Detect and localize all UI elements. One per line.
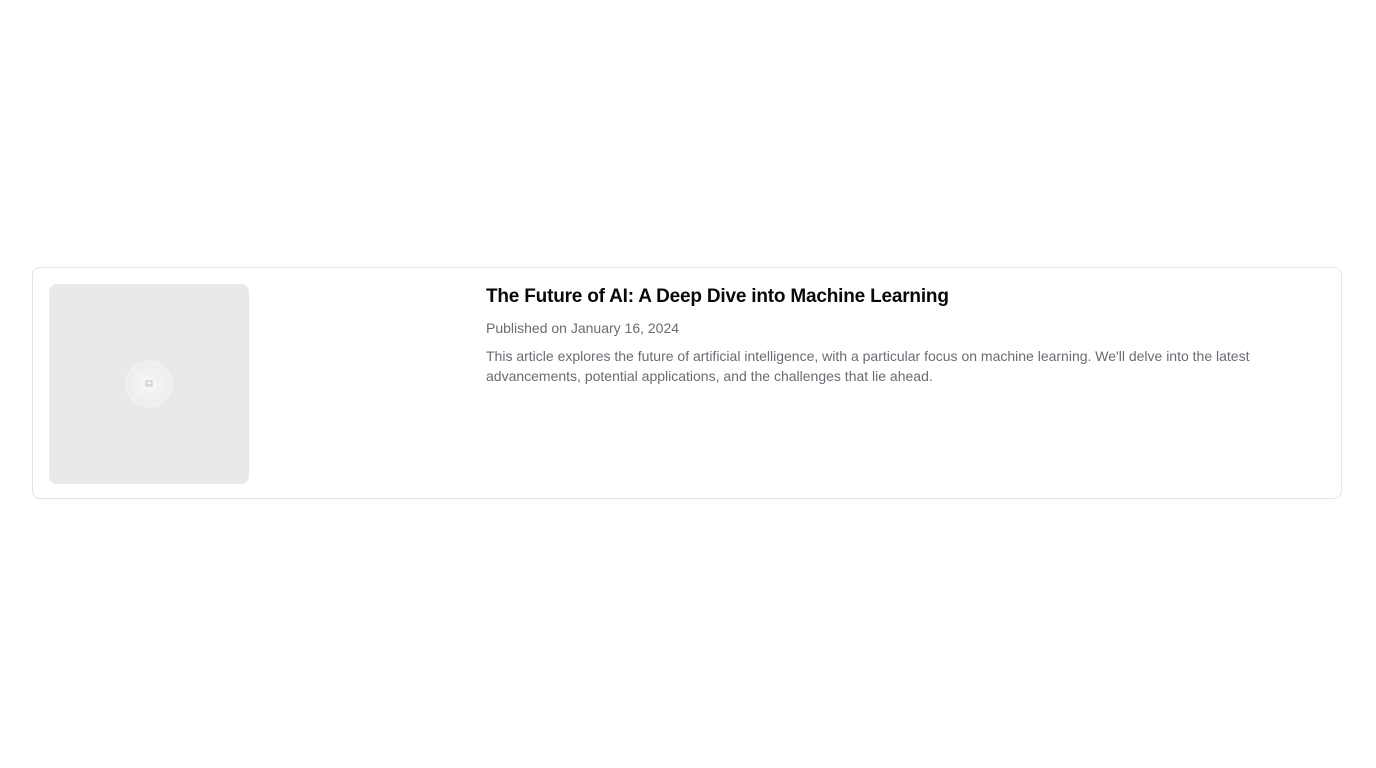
article-date: Published on January 16, 2024 [486,320,680,336]
page: The Future of AI: A Deep Dive into Machi… [0,0,1376,768]
article-summary: This article explores the future of arti… [486,348,1250,384]
article-thumbnail [49,284,249,484]
article-content: The Future of AI: A Deep Dive into Machi… [486,284,1326,386]
article-title[interactable]: The Future of AI: A Deep Dive into Machi… [486,284,1326,310]
article-card[interactable]: The Future of AI: A Deep Dive into Machi… [32,267,1342,499]
image-placeholder-icon [125,360,173,408]
